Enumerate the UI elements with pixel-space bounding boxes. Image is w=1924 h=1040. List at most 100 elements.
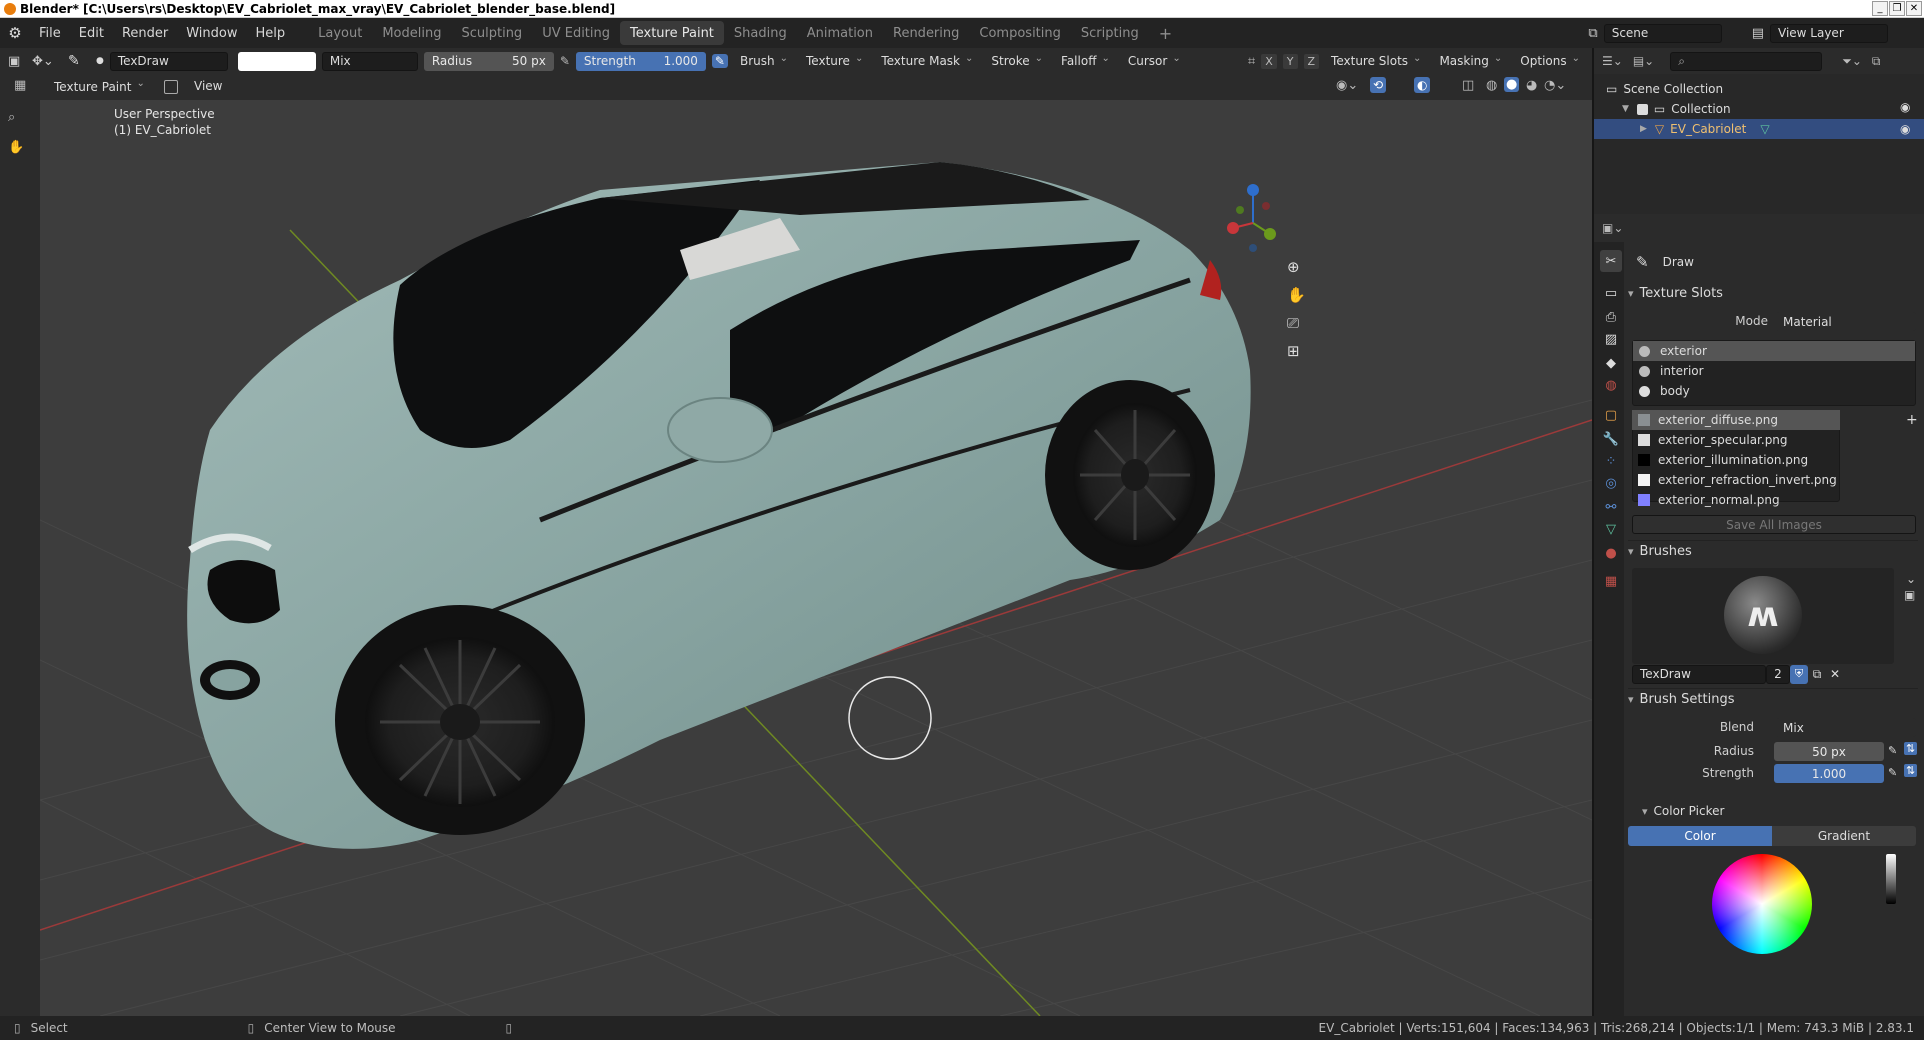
camera-icon[interactable]: ⎚ [1287, 314, 1299, 332]
expand-arrow-icon[interactable]: ▶ [1640, 124, 1647, 134]
add-image-icon[interactable]: + [1906, 412, 1918, 428]
object-tab-icon[interactable]: ▢ [1600, 404, 1622, 426]
menu-edit[interactable]: Edit [70, 18, 113, 48]
ortho-grid-icon[interactable]: ⊞ [1287, 342, 1300, 360]
gizmo-toggle-icon[interactable]: ⟲ [1370, 77, 1387, 93]
brush-dropdown[interactable]: Brush [733, 51, 795, 71]
color-picker-header[interactable]: Color Picker [1642, 800, 1918, 822]
expand-arrow-icon[interactable]: ▼ [1622, 104, 1629, 114]
brush-datablock-name[interactable]: TexDraw [1632, 664, 1766, 684]
tab-animation[interactable]: Animation [797, 21, 883, 45]
object-eye-icon[interactable]: ◉ [1900, 122, 1910, 136]
rendered-shading-icon[interactable]: ◔⌄ [1544, 78, 1566, 93]
cursor-dropdown[interactable]: Cursor [1121, 51, 1187, 71]
visibility-icon[interactable]: ◉⌄ [1336, 78, 1358, 93]
tab-shading[interactable]: Shading [724, 21, 797, 45]
view-menu[interactable]: View [194, 79, 222, 93]
brush-dot-icon[interactable]: ● [96, 56, 104, 66]
menu-render[interactable]: Render [113, 18, 177, 48]
material-tab-icon[interactable]: ● [1600, 542, 1622, 564]
editor-menu-icon[interactable]: ▦ [14, 78, 26, 93]
zoom-tool-icon[interactable]: ⌕ [8, 110, 15, 125]
mode-icon[interactable]: ✥⌄ [32, 54, 62, 69]
mesh-data-icon[interactable]: ▽ [1760, 122, 1769, 136]
tab-scripting[interactable]: Scripting [1071, 21, 1149, 45]
constraints-tab-icon[interactable]: ⚯ [1600, 496, 1622, 518]
xray-icon[interactable]: ◫ [1462, 78, 1474, 93]
menu-help[interactable]: Help [247, 18, 295, 48]
axis-x-toggle[interactable]: X [1261, 53, 1277, 69]
blend-select[interactable]: Mix [1776, 718, 1916, 737]
radius-pressure-icon[interactable]: ✎ [1888, 744, 1897, 757]
strength-pressure-icon[interactable]: ✎ [1888, 766, 1897, 779]
material-slot-body[interactable]: body [1633, 381, 1915, 401]
tab-color[interactable]: Color [1628, 826, 1772, 846]
symmetry-icon[interactable]: ⌗ [1248, 54, 1255, 69]
value-slider[interactable] [1886, 854, 1896, 904]
axis-y-toggle[interactable]: Y [1282, 53, 1298, 69]
image-slot-illumination[interactable]: exterior_illumination.png [1632, 450, 1840, 470]
options-dropdown[interactable]: Options [1514, 51, 1586, 71]
pan-tool-icon[interactable]: ✋ [8, 140, 24, 155]
image-slot-refraction[interactable]: exterior_refraction_invert.png [1632, 470, 1840, 490]
mask-toggle-icon[interactable] [164, 80, 178, 94]
data-tab-icon[interactable]: ▽ [1600, 518, 1622, 540]
tool-tab-icon[interactable]: ✂ [1600, 250, 1622, 272]
checkbox-icon[interactable] [1636, 103, 1648, 115]
texture-slots-header[interactable]: Texture Slots [1628, 282, 1918, 304]
chevron-down-icon[interactable]: ⌄ [1906, 572, 1916, 586]
texture-tab-icon[interactable]: ▦ [1600, 570, 1622, 592]
mode-select[interactable]: Material [1776, 312, 1916, 331]
material-slot-interior[interactable]: interior [1633, 361, 1915, 381]
menu-window[interactable]: Window [177, 18, 246, 48]
view-layer-tab-icon[interactable]: ▨ [1600, 328, 1622, 350]
close-button[interactable]: ✕ [1906, 1, 1922, 16]
scene-icon[interactable]: ⧉ [1588, 26, 1597, 41]
radius-field[interactable]: 50 px [1774, 742, 1884, 761]
brush-color-swatch[interactable] [237, 51, 316, 71]
filter-icon[interactable]: ⏷⌄ [1842, 54, 1862, 69]
material-slot-exterior[interactable]: exterior [1633, 341, 1915, 361]
close-icon[interactable]: ✕ [1826, 667, 1844, 681]
tab-texture-paint[interactable]: Texture Paint [620, 21, 724, 45]
radius-unit-icon[interactable]: ⇅ [1904, 742, 1918, 755]
masking-dropdown[interactable]: Masking [1433, 51, 1509, 71]
texture-dropdown[interactable]: Texture [800, 51, 870, 71]
new-collection-icon[interactable]: ⧉ [1872, 54, 1881, 69]
tab-layout[interactable]: Layout [308, 21, 372, 45]
scene-tab-icon[interactable]: ◆ [1600, 352, 1622, 374]
brushes-header[interactable]: Brushes [1628, 540, 1918, 562]
view-layer-icon[interactable]: ▤ [1752, 26, 1764, 41]
physics-tab-icon[interactable]: ◎ [1600, 472, 1622, 494]
modifier-tab-icon[interactable]: 🔧 [1600, 428, 1622, 450]
add-workspace-button[interactable]: + [1149, 21, 1182, 45]
image-slot-specular[interactable]: exterior_specular.png [1632, 430, 1840, 450]
shield-icon[interactable]: ⛨ [1790, 664, 1808, 684]
3d-viewport[interactable]: User Perspective (1) EV_Cabriolet Z ⊕ ✋ … [40, 100, 1592, 1016]
duplicate-icon[interactable]: ⧉ [1808, 667, 1826, 682]
display-mode-icon[interactable]: ▤⌄ [1633, 54, 1654, 68]
particles-tab-icon[interactable]: ⁘ [1600, 450, 1622, 472]
world-tab-icon[interactable]: ◍ [1600, 374, 1622, 396]
collection-row[interactable]: ▼ ▭ Collection [1622, 100, 1731, 118]
blend-mode-select[interactable]: Mix [321, 51, 418, 71]
object-row-ev-cabriolet[interactable]: ▶ ▽ EV_Cabriolet ▽ ◉ [1594, 119, 1924, 139]
color-wheel[interactable] [1712, 854, 1812, 954]
tab-rendering[interactable]: Rendering [883, 21, 969, 45]
scene-selector[interactable]: Scene [1603, 23, 1722, 43]
brush-user-count[interactable]: 2 [1766, 664, 1790, 684]
output-tab-icon[interactable]: ⎙ [1600, 306, 1622, 328]
blender-menu-icon[interactable]: ⚙ [0, 18, 30, 48]
tab-sculpting[interactable]: Sculpting [451, 21, 532, 45]
render-tab-icon[interactable]: ▭ [1600, 282, 1622, 304]
image-slot-normal[interactable]: exterior_normal.png [1632, 490, 1840, 510]
wireframe-shading-icon[interactable]: ◍ [1486, 78, 1497, 93]
editor-type-icon[interactable]: ▣ [8, 54, 26, 69]
texture-slots-dropdown[interactable]: Texture Slots [1325, 51, 1428, 71]
material-shading-icon[interactable]: ◕ [1526, 78, 1537, 93]
brush-icon[interactable]: ✎ [68, 53, 90, 69]
tab-uv-editing[interactable]: UV Editing [532, 21, 620, 45]
strength-slider[interactable]: Strength 1.000 [575, 51, 706, 71]
radius-slider[interactable]: Radius 50 px [423, 51, 554, 71]
outliner-editor-icon[interactable]: ☰⌄ [1602, 54, 1623, 68]
